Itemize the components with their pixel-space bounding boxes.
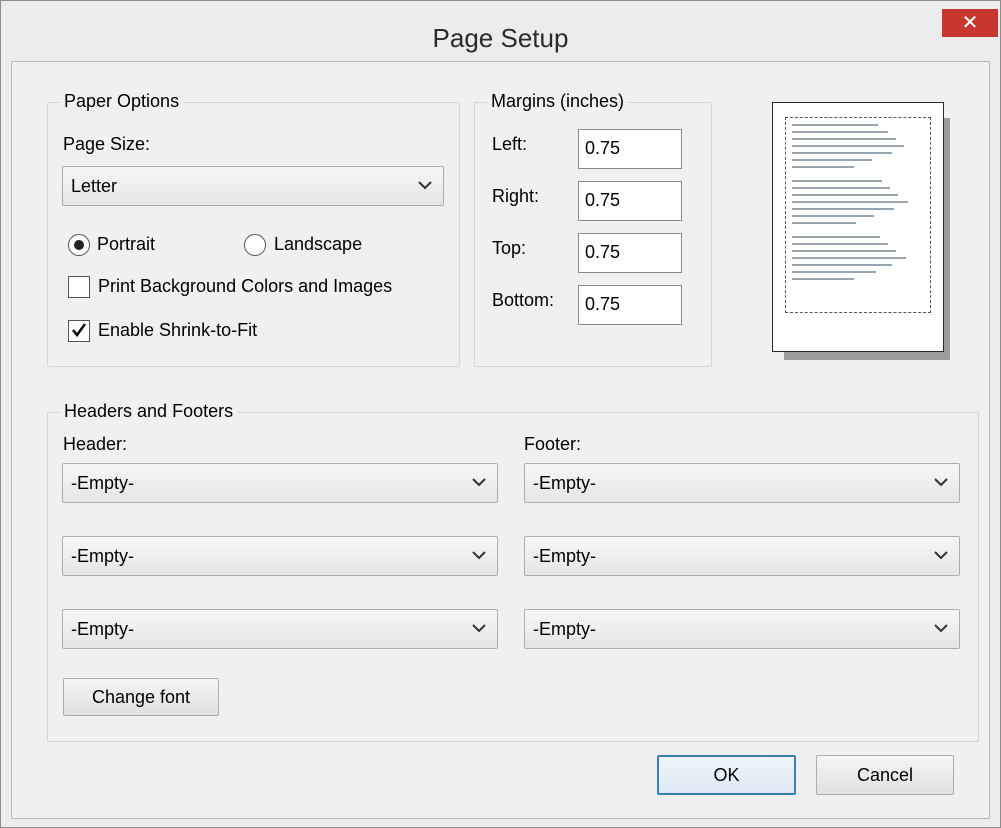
- preview-text-line: [792, 145, 904, 147]
- checkmark-icon: [71, 323, 87, 338]
- footer-value: -Empty-: [533, 473, 596, 493]
- footer-label: Footer:: [524, 434, 582, 454]
- portrait-radio[interactable]: [68, 234, 90, 256]
- close-icon: ✕: [961, 12, 979, 34]
- preview-margin-box: [785, 117, 931, 313]
- change-font-button[interactable]: Change font: [63, 678, 219, 716]
- footer-select-1[interactable]: -Empty-: [524, 463, 960, 503]
- chevron-down-icon: [472, 478, 486, 487]
- ok-button[interactable]: OK: [657, 755, 796, 795]
- header-select-2[interactable]: -Empty-: [62, 536, 498, 576]
- bottom-margin-field[interactable]: [578, 285, 682, 325]
- page-setup-dialog: Page Setup ✕ Paper Options Page Size: Le…: [0, 0, 1001, 828]
- bottom-margin-label: Bottom:: [492, 290, 555, 310]
- chevron-down-icon: [472, 551, 486, 560]
- page-size-label: Page Size:: [63, 134, 151, 154]
- print-background-checkbox[interactable]: [68, 276, 90, 298]
- header-value: -Empty-: [71, 546, 134, 566]
- top-margin-field[interactable]: [578, 233, 682, 273]
- chevron-down-icon: [934, 624, 948, 633]
- preview-text-line: [792, 257, 906, 259]
- preview-text-line: [792, 194, 898, 196]
- chevron-down-icon: [934, 478, 948, 487]
- header-select-1[interactable]: -Empty-: [62, 463, 498, 503]
- header-label: Header:: [63, 434, 128, 454]
- page-preview: [772, 102, 944, 352]
- preview-text-line: [792, 124, 878, 126]
- landscape-label: Landscape: [274, 234, 363, 254]
- chevron-down-icon: [934, 551, 948, 560]
- paper-options-legend: Paper Options: [60, 91, 184, 112]
- shrink-to-fit-checkbox[interactable]: [68, 320, 90, 342]
- preview-text-line: [792, 201, 908, 203]
- preview-text-line: [792, 243, 888, 245]
- preview-text-line: [792, 215, 874, 217]
- left-margin-field[interactable]: [578, 129, 682, 169]
- header-value: -Empty-: [71, 619, 134, 639]
- top-margin-label: Top:: [492, 238, 527, 258]
- preview-text-line: [792, 187, 890, 189]
- preview-text-line: [792, 271, 876, 273]
- right-margin-field[interactable]: [578, 181, 682, 221]
- page-size-select[interactable]: Letter: [62, 166, 444, 206]
- preview-text-line: [792, 131, 888, 133]
- footer-select-2[interactable]: -Empty-: [524, 536, 960, 576]
- close-button[interactable]: ✕: [942, 9, 998, 37]
- preview-text-line: [792, 152, 892, 154]
- print-background-label: Print Background Colors and Images: [98, 276, 393, 296]
- portrait-label: Portrait: [97, 234, 156, 254]
- preview-text-line: [792, 138, 896, 140]
- footer-value: -Empty-: [533, 619, 596, 639]
- footer-value: -Empty-: [533, 546, 596, 566]
- cancel-button[interactable]: Cancel: [816, 755, 954, 795]
- bottom-margin-input[interactable]: [585, 294, 675, 315]
- preview-text-line: [792, 222, 856, 224]
- shrink-to-fit-label: Enable Shrink-to-Fit: [98, 320, 258, 340]
- left-margin-label: Left:: [492, 134, 528, 154]
- dialog-title: Page Setup: [432, 23, 569, 53]
- preview-text-line: [792, 250, 896, 252]
- preview-text-line: [792, 159, 872, 161]
- preview-text-line: [792, 264, 892, 266]
- margins-legend: Margins (inches): [487, 91, 629, 112]
- left-margin-input[interactable]: [585, 138, 675, 159]
- preview-text-line: [792, 208, 894, 210]
- dialog-body: Paper Options Page Size: Letter Portrait…: [11, 61, 990, 819]
- page-size-value: Letter: [71, 176, 118, 196]
- top-margin-input[interactable]: [585, 242, 675, 263]
- landscape-radio[interactable]: [244, 234, 266, 256]
- header-value: -Empty-: [71, 473, 134, 493]
- preview-text-line: [792, 166, 854, 168]
- right-margin-input[interactable]: [585, 190, 675, 211]
- headers-footers-legend: Headers and Footers: [60, 401, 238, 422]
- chevron-down-icon: [472, 624, 486, 633]
- preview-text-line: [792, 180, 882, 182]
- header-select-3[interactable]: -Empty-: [62, 609, 498, 649]
- footer-select-3[interactable]: -Empty-: [524, 609, 960, 649]
- chevron-down-icon: [418, 181, 432, 190]
- preview-text-line: [792, 236, 880, 238]
- preview-text-line: [792, 278, 854, 280]
- right-margin-label: Right:: [492, 186, 540, 206]
